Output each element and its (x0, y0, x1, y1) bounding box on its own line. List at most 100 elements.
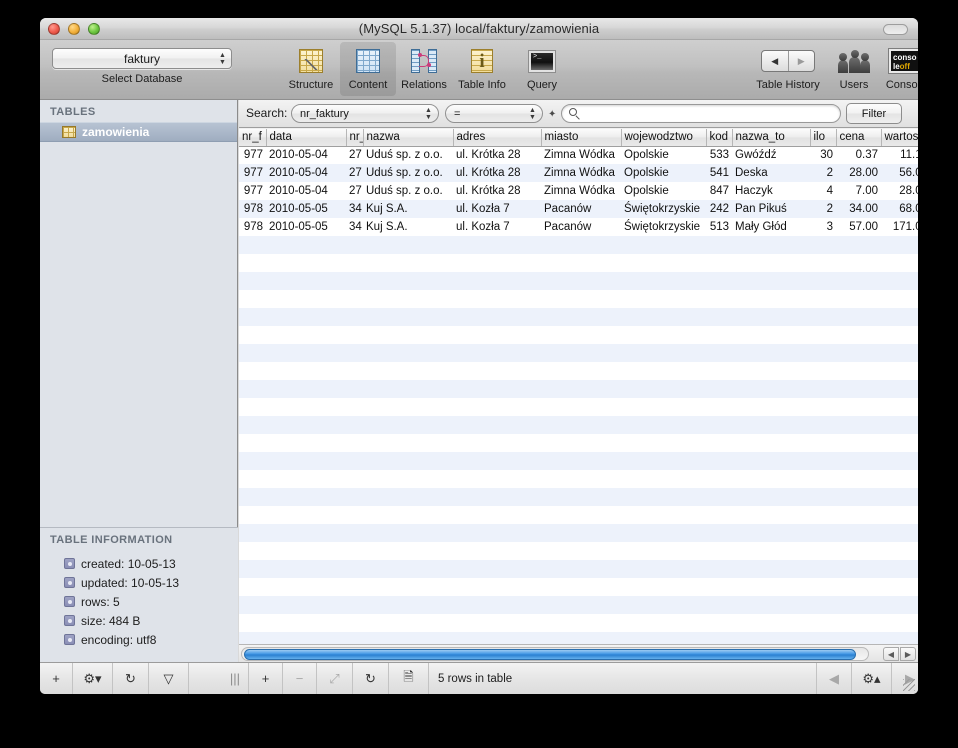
cell-data[interactable]: 2010-05-04 (266, 182, 346, 200)
cell-ilo[interactable]: 3 (810, 218, 836, 236)
column-header-nr_f[interactable]: nr_f (239, 129, 267, 147)
cell-kod[interactable]: 541 (706, 164, 732, 182)
add-row-button[interactable]: + (248, 663, 283, 694)
cell-kod[interactable]: 513 (706, 218, 732, 236)
column-header-ilo[interactable]: ilo (810, 129, 837, 147)
cell-wojewodztwo[interactable]: Opolskie (621, 164, 706, 182)
cell-adres[interactable]: ul. Krótka 28 (453, 182, 541, 200)
cell-kod[interactable]: 847 (706, 182, 732, 200)
cell-miasto[interactable]: Zimna Wódka (541, 182, 621, 200)
cell-miasto[interactable]: Zimna Wódka (541, 146, 621, 164)
cell-wojewodztwo[interactable]: Opolskie (621, 146, 706, 164)
cell-cena[interactable]: 7.00 (836, 182, 881, 200)
column-header-nazwa_to[interactable]: nazwa_to (732, 129, 811, 147)
search-field-select[interactable]: nr_faktury ▲ ▼ (291, 104, 439, 123)
table-row[interactable]: 978 2010-05-05 34 Kuj S.A. ul. Kozła 7 Pacanó… (239, 200, 918, 218)
cell-data[interactable]: 2010-05-04 (266, 164, 346, 182)
cell-nr_[interactable]: 27 (346, 146, 363, 164)
table-row[interactable]: 977 2010-05-04 27 Uduś sp. z o.o. ul. Krótka… (239, 182, 918, 200)
toolbar-item-table-history[interactable]: ◀ ▶ Table History (748, 46, 828, 91)
history-forward-button[interactable]: ▶ (789, 51, 815, 71)
cell-wartosc[interactable]: 171.00 (881, 218, 918, 236)
cell-ilo[interactable]: 4 (810, 182, 836, 200)
cell-wartosc[interactable]: 11.10 (881, 146, 918, 164)
cell-nazwa_to[interactable]: Deska (732, 164, 810, 182)
cell-data[interactable]: 2010-05-04 (266, 146, 346, 164)
cell-nr_f[interactable]: 977 (239, 164, 266, 182)
toolbar-toggle-button[interactable] (883, 24, 908, 35)
cell-wartosc[interactable]: 56.00 (881, 164, 918, 182)
scroll-left-button[interactable]: ◀ (883, 647, 899, 661)
cell-nr_f[interactable]: 977 (239, 182, 266, 200)
cell-cena[interactable]: 57.00 (836, 218, 881, 236)
column-header-nr_[interactable]: nr_ (346, 129, 364, 147)
cell-wartosc[interactable]: 28.00 (881, 182, 918, 200)
cell-wojewodztwo[interactable]: Świętokrzyskie (621, 218, 706, 236)
history-back-button[interactable]: ◀ (762, 51, 789, 71)
cell-nr_f[interactable]: 978 (239, 218, 266, 236)
cell-kod[interactable]: 533 (706, 146, 732, 164)
table-row[interactable]: 978 2010-05-05 34 Kuj S.A. ul. Kozła 7 Pacanó… (239, 218, 918, 236)
database-select[interactable]: faktury ▲ ▼ (52, 48, 232, 69)
horizontal-scrollbar[interactable]: ◀ ▶ (239, 644, 918, 662)
cell-ilo[interactable]: 2 (810, 200, 836, 218)
resize-grip[interactable] (903, 679, 915, 691)
cell-nazwa[interactable]: Uduś sp. z o.o. (363, 146, 453, 164)
cell-nr_[interactable]: 27 (346, 182, 363, 200)
add-table-button[interactable]: + (40, 663, 73, 694)
cell-wojewodztwo[interactable]: Świętokrzyskie (621, 200, 706, 218)
column-header-cena[interactable]: cena (836, 129, 882, 147)
search-operator-select[interactable]: = ▲ ▼ (445, 104, 543, 123)
cell-nr_f[interactable]: 977 (239, 146, 266, 164)
cell-kod[interactable]: 242 (706, 200, 732, 218)
split-view-grip[interactable]: ||| (222, 663, 248, 694)
cell-wartosc[interactable]: 68.00 (881, 200, 918, 218)
cell-ilo[interactable]: 30 (810, 146, 836, 164)
toolbar-item-relations[interactable]: Relations (393, 46, 455, 91)
toolbar-item-console[interactable]: conso leoff Console (878, 46, 918, 91)
column-header-nazwa[interactable]: nazwa (363, 129, 454, 147)
column-header-adres[interactable]: adres (453, 129, 542, 147)
column-header-wojewodztwo[interactable]: wojewodztwo (621, 129, 707, 147)
table-row[interactable]: 977 2010-05-04 27 Uduś sp. z o.o. ul. Krótka… (239, 146, 918, 164)
cell-nr_[interactable]: 34 (346, 218, 363, 236)
toolbar-item-structure[interactable]: Structure (280, 46, 342, 91)
cell-miasto[interactable]: Pacanów (541, 218, 621, 236)
toolbar-item-table-info[interactable]: Table Info (451, 46, 513, 91)
pagination-previous-button[interactable]: ◀ (816, 663, 852, 694)
scrollbar-track[interactable] (241, 647, 869, 661)
toolbar-item-query[interactable]: Query (511, 46, 573, 91)
table-actions-gear-button[interactable]: ⚙▾ (73, 663, 113, 694)
cell-adres[interactable]: ul. Krótka 28 (453, 146, 541, 164)
duplicate-row-button[interactable]: ⤢ (317, 663, 353, 694)
sidebar-item-zamowienia[interactable]: zamowienia (40, 122, 237, 142)
cell-nazwa_to[interactable]: Haczyk (732, 182, 810, 200)
column-header-kod[interactable]: kod (706, 129, 733, 147)
cell-nr_[interactable]: 27 (346, 164, 363, 182)
reload-table-button[interactable]: ↻ (353, 663, 389, 694)
filter-tables-button[interactable]: ▽ (149, 663, 189, 694)
table-row[interactable]: 977 2010-05-04 27 Uduś sp. z o.o. ul. Krótka… (239, 164, 918, 182)
cell-miasto[interactable]: Pacanów (541, 200, 621, 218)
search-options-gear-icon[interactable]: ✦ (548, 109, 556, 120)
filter-button[interactable]: Filter (846, 103, 902, 124)
cell-miasto[interactable]: Zimna Wódka (541, 164, 621, 182)
cell-cena[interactable]: 28.00 (836, 164, 881, 182)
cell-nazwa_to[interactable]: Gwóźdź (732, 146, 810, 164)
toolbar-item-content[interactable]: Content (337, 46, 399, 91)
pagination-gear-button[interactable]: ⚙▴ (852, 663, 892, 694)
cell-data[interactable]: 2010-05-05 (266, 200, 346, 218)
cell-nazwa[interactable]: Kuj S.A. (363, 218, 453, 236)
zoom-window-button[interactable] (88, 23, 100, 35)
remove-row-button[interactable]: − (283, 663, 317, 694)
toolbar-item-users[interactable]: Users (828, 46, 880, 91)
column-header-data[interactable]: data (266, 129, 347, 147)
cell-nazwa_to[interactable]: Pan Pikuś (732, 200, 810, 218)
cell-nazwa[interactable]: Uduś sp. z o.o. (363, 182, 453, 200)
edit-row-sheet-button[interactable]: 🗎 (389, 663, 429, 694)
cell-nr_[interactable]: 34 (346, 200, 363, 218)
cell-nazwa[interactable]: Uduś sp. z o.o. (363, 164, 453, 182)
search-input[interactable] (561, 104, 841, 123)
cell-wojewodztwo[interactable]: Opolskie (621, 182, 706, 200)
cell-nazwa[interactable]: Kuj S.A. (363, 200, 453, 218)
